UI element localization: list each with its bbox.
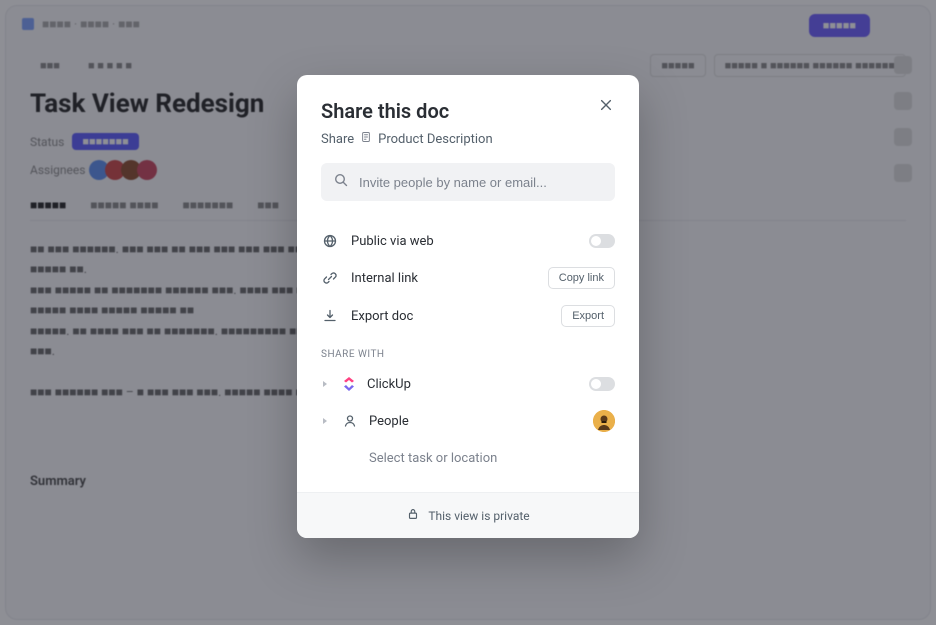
modal-footer: This view is private xyxy=(297,492,639,538)
select-task-row[interactable]: Select task or location xyxy=(321,440,615,476)
clickup-icon xyxy=(341,376,357,392)
invite-input[interactable] xyxy=(359,175,603,190)
copy-link-button[interactable]: Copy link xyxy=(548,267,615,289)
person-icon xyxy=(341,412,359,430)
doc-icon xyxy=(360,131,372,147)
public-web-row: Public via web xyxy=(321,223,615,259)
modal-overlay[interactable]: Share this doc Share Product Description xyxy=(0,0,936,625)
chevron-right-icon xyxy=(321,379,331,389)
internal-link-row: Internal link Copy link xyxy=(321,259,615,297)
export-button[interactable]: Export xyxy=(561,305,615,327)
share-modal: Share this doc Share Product Description xyxy=(297,75,639,538)
public-web-toggle[interactable] xyxy=(589,234,615,248)
globe-icon xyxy=(321,232,339,250)
search-icon xyxy=(333,172,349,192)
share-clickup-row[interactable]: ClickUp xyxy=(321,366,615,402)
lock-icon xyxy=(406,507,420,524)
modal-breadcrumb: Share Product Description xyxy=(321,131,615,147)
person-avatar[interactable] xyxy=(593,410,615,432)
modal-title: Share this doc xyxy=(321,99,615,123)
export-doc-row: Export doc Export xyxy=(321,297,615,335)
share-people-row[interactable]: People xyxy=(321,402,615,440)
share-with-label: SHARE WITH xyxy=(321,349,615,360)
download-icon xyxy=(321,307,339,325)
clickup-toggle[interactable] xyxy=(589,377,615,391)
invite-search[interactable] xyxy=(321,163,615,201)
chevron-right-icon xyxy=(321,416,331,426)
close-button[interactable] xyxy=(599,97,617,115)
link-icon xyxy=(321,269,339,287)
